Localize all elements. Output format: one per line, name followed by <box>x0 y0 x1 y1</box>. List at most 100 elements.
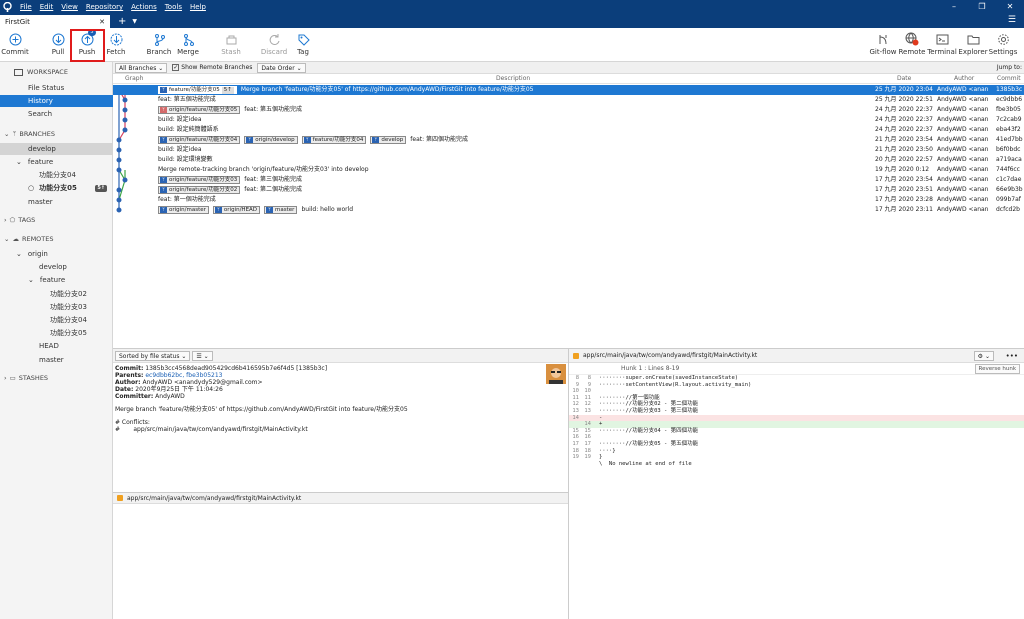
commit-row[interactable]: ᛘ origin/feature/功能分支03 feat: 第三個功能完成 17 九月… <box>113 175 1024 185</box>
commit-row[interactable]: ᛘ origin/feature/功能分支05 feat: 第五個功能完成 24 九月… <box>113 105 1024 115</box>
commit-row[interactable]: ᛘ origin/feature/功能分支02 feat: 第二個功能完成 17 九月… <box>113 185 1024 195</box>
branch-label[interactable]: ᛘ origin/master <box>158 206 209 214</box>
commit-row[interactable]: ᛘ origin/feature/功能分支04 ᛘ origin/develop ᛘ fe… <box>113 135 1024 145</box>
sidebar-branch-master[interactable]: master <box>0 196 113 208</box>
settings-button[interactable]: Settings <box>989 31 1017 56</box>
folder-icon <box>967 31 980 47</box>
changed-file-row[interactable]: app/src/main/java/tw/com/andyawd/firstgi… <box>113 492 568 504</box>
sidebar-workspace-header[interactable]: WORKSPACE <box>0 66 113 78</box>
menu-edit[interactable]: Edit <box>40 3 54 11</box>
commit-row[interactable]: feat: 第五個功能完成 25 九月 2020 22:51 AndyAWD <an… <box>113 95 1024 105</box>
more-options-icon[interactable]: ••• <box>1006 352 1018 360</box>
sidebar-branches-header[interactable]: ⌄ ᛘ BRANCHES <box>0 128 113 140</box>
discard-button[interactable]: Discard <box>260 31 288 56</box>
jump-to-label[interactable]: Jump to: <box>997 64 1022 71</box>
line-code: ········//功能分支04 - 第四個功能 <box>599 427 699 434</box>
sidebar-item-file-status[interactable]: File Status <box>0 82 113 94</box>
menu-file[interactable]: File <box>20 3 32 11</box>
tab-dropdown-icon[interactable]: ▼ <box>132 15 137 28</box>
col-date[interactable]: Date <box>897 75 911 82</box>
stash-button[interactable]: Stash <box>217 31 245 56</box>
diff-settings-gear-icon[interactable]: ⚙ ⌄ <box>973 350 994 361</box>
branch-label[interactable]: ᛘ origin/feature/功能分支03 <box>158 176 241 184</box>
commit-date: 25 九月 2020 22:51 <box>875 96 933 103</box>
order-dropdown[interactable]: Date Order ⌄ <box>257 62 306 73</box>
sidebar-item-search[interactable]: Search <box>0 108 113 120</box>
sidebar-remote-origin[interactable]: ⌄ origin <box>0 248 113 260</box>
fetch-button[interactable]: Fetch <box>102 31 130 56</box>
maximize-button[interactable]: ❐ <box>968 0 996 14</box>
tab-firstgit[interactable]: FirstGit ✕ <box>0 15 110 28</box>
new-line-number: 14 <box>584 421 591 428</box>
menu-help[interactable]: Help <box>190 3 206 11</box>
sidebar-remote-f05[interactable]: 功能分支05 <box>0 327 113 339</box>
sidebar-branch-f05[interactable]: ○ 功能分支05 5↑ <box>0 182 113 194</box>
pull-button[interactable]: Pull <box>44 31 72 56</box>
reverse-hunk-button[interactable]: Reverse hunk <box>974 364 1020 374</box>
minimize-button[interactable]: – <box>940 0 968 14</box>
hamburger-menu-icon[interactable]: ☰ <box>1008 15 1016 25</box>
menu-tools[interactable]: Tools <box>165 3 182 11</box>
sidebar-remote-f02[interactable]: 功能分支02 <box>0 288 113 300</box>
branch-label[interactable]: ᛘ master <box>264 206 298 214</box>
commit-row[interactable]: ᛘ origin/master ᛘ origin/HEAD ᛘ master build: … <box>113 205 1024 215</box>
close-window-button[interactable]: ✕ <box>996 0 1024 14</box>
explorer-button[interactable]: Explorer <box>958 31 988 56</box>
sidebar-item-history[interactable]: History <box>0 95 113 107</box>
sidebar-remote-head[interactable]: HEAD <box>0 340 113 352</box>
col-author[interactable]: Author <box>954 75 974 82</box>
diff-line: 16 16 <box>569 434 1024 441</box>
tab-label: FirstGit <box>5 17 30 26</box>
sidebar-remote-master[interactable]: master <box>0 354 113 366</box>
commit-row[interactable]: build: 設定環境變數 20 九月 2020 22:57 AndyAWD <an… <box>113 155 1024 165</box>
branches-filter-dropdown[interactable]: All Branches ⌄ <box>115 62 168 73</box>
branch-label[interactable]: ᛘ origin/feature/功能分支04 <box>158 136 241 144</box>
col-graph[interactable]: Graph <box>125 75 143 82</box>
commit-row[interactable]: feat: 第一個功能完成 17 九月 2020 23:28 AndyAWD <an… <box>113 195 1024 205</box>
sidebar-folder-feature[interactable]: ⌄ feature <box>0 156 113 168</box>
old-line-number: 14 <box>572 414 579 421</box>
commit-row[interactable]: ᛘ feature/功能分支05 5↑ Merge branch 'feature/功… <box>113 85 1024 95</box>
commit-row[interactable]: build: 設定純簡體語系 24 九月 2020 22:37 AndyAWD <a… <box>113 125 1024 135</box>
view-mode-dropdown[interactable]: ☰ ⌄ <box>192 350 213 361</box>
commit-button[interactable]: Commit <box>1 31 29 56</box>
branch-label[interactable]: ᛘ origin/HEAD <box>212 206 261 214</box>
branch-label[interactable]: ᛘ feature/功能分支05 5↑ <box>158 86 237 94</box>
new-tab-button[interactable]: + <box>118 15 126 28</box>
commit-row[interactable]: build: 設定idea 24 九月 2020 22:37 AndyAWD <an… <box>113 115 1024 125</box>
menu-actions[interactable]: Actions <box>131 3 157 11</box>
diff-line: 19 19} <box>569 454 1024 461</box>
sort-dropdown[interactable]: Sorted by file status ⌄ <box>115 350 191 361</box>
branch-button[interactable]: Branch <box>145 31 173 56</box>
sidebar-remotes-header[interactable]: ⌄ ☁ REMOTES <box>0 233 113 245</box>
merge-button[interactable]: Merge <box>174 31 202 56</box>
terminal-button[interactable]: Terminal <box>927 31 957 56</box>
sidebar-tags-header[interactable]: › ⬠ TAGS <box>0 214 113 226</box>
menu-view[interactable]: View <box>61 3 78 11</box>
sidebar-remote-f04[interactable]: 功能分支04 <box>0 314 113 326</box>
commit-row[interactable]: Merge remote-tracking branch 'origin/fea… <box>113 165 1024 175</box>
commit-row[interactable]: build: 設定idea 21 九月 2020 23:50 AndyAWD <an… <box>113 145 1024 155</box>
show-remote-branches-checkbox[interactable]: ✓ Show Remote Branches <box>172 64 252 71</box>
remote-button[interactable]: Remote <box>898 31 926 56</box>
branch-name: origin/HEAD <box>223 206 258 213</box>
col-description[interactable]: Description <box>496 75 530 82</box>
sidebar-remote-develop[interactable]: develop <box>0 261 113 273</box>
branch-label[interactable]: ᛘ origin/feature/功能分支02 <box>158 186 241 194</box>
sidebar-remote-feature[interactable]: ⌄ feature <box>0 274 113 286</box>
tab-close-icon[interactable]: ✕ <box>99 18 105 26</box>
sidebar-remote-f03[interactable]: 功能分支03 <box>0 301 113 313</box>
menu-repository[interactable]: Repository <box>86 3 123 11</box>
sidebar-stashes-header[interactable]: › ▭ STASHES <box>0 372 113 384</box>
branch-label[interactable]: ᛘ feature/功能分支04 <box>301 136 367 144</box>
branch-label[interactable]: ᛘ origin/develop <box>244 136 298 144</box>
tag-button[interactable]: Tag <box>289 31 317 56</box>
git-flow-button[interactable]: Git-flow <box>869 31 897 56</box>
parents-links[interactable]: ec9dbb62bc, fbe3b05213 <box>145 372 222 379</box>
diff-line: 17 17 ········//功能分支05 - 第五個功能 <box>569 441 1024 448</box>
branch-label[interactable]: ᛘ origin/feature/功能分支05 <box>158 106 241 114</box>
sidebar-branch-develop[interactable]: develop <box>0 143 113 155</box>
sidebar-branch-f04[interactable]: 功能分支04 <box>0 169 113 181</box>
branch-label[interactable]: ᛘ develop <box>370 136 407 144</box>
col-commit[interactable]: Commit <box>997 75 1021 82</box>
